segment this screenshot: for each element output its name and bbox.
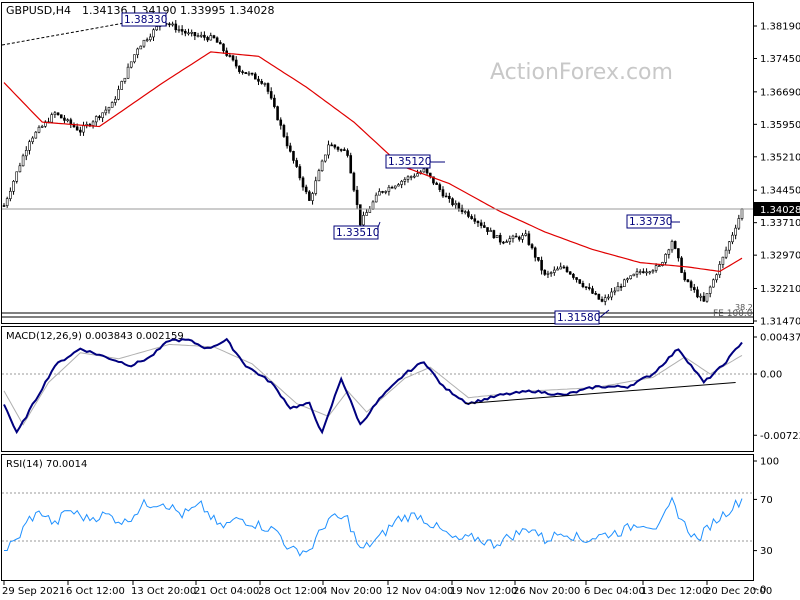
x-tick-label: 26 Nov 20:00	[513, 586, 580, 597]
candle	[680, 256, 683, 274]
price-y-axis: 1.38190 1.37450 1.36690 1.35950 1.35210 1.344…	[753, 22, 800, 328]
x-tick-label: 28 Oct 12:00	[258, 586, 323, 597]
rsi-panel	[1, 454, 754, 581]
macd-tick-label: 0.004371	[760, 333, 800, 344]
x-tick-label: 6 Oct 12:00	[66, 586, 125, 597]
price-tick-label: 1.31470	[760, 317, 800, 328]
candle	[495, 234, 499, 239]
candle	[320, 159, 324, 172]
watermark: ActionForex.com	[490, 60, 673, 85]
candle	[712, 278, 715, 288]
candle	[21, 153, 25, 167]
svg-text:1.38330: 1.38330	[124, 14, 167, 26]
x-tick-label: 13 Oct 20:00	[131, 586, 196, 597]
price-symbol: GBPUSD,H4	[6, 4, 71, 17]
last-price-label: 1.34028	[760, 205, 800, 216]
candle	[110, 101, 114, 108]
price-panel	[1, 2, 754, 324]
candle	[578, 279, 582, 285]
svg-text:1.35120: 1.35120	[388, 156, 431, 168]
level-label-33730: 1.33730	[626, 214, 680, 229]
x-tick-label: 29 Sep 2021	[2, 586, 65, 597]
fib-label-100: FE 100.0	[713, 309, 753, 319]
x-tick-label: 4 Nov 20:00	[321, 586, 382, 597]
candle	[59, 114, 63, 119]
macd-panel	[1, 326, 754, 452]
price-ohlc: 1.34136 1.34190 1.33995 1.34028	[82, 4, 274, 17]
candle	[139, 45, 143, 50]
rsi-label: RSI(14) 70.0014	[6, 459, 87, 470]
candle	[120, 80, 123, 90]
candle	[34, 130, 38, 139]
candle	[358, 204, 362, 229]
price-tick-label: 1.36690	[760, 87, 800, 98]
rsi-tick-label: 70	[760, 495, 773, 506]
x-tick-label: 6 Dec 04:00	[584, 586, 645, 597]
macd-y-axis: 0.004371 0.00 -0.007237	[753, 333, 800, 442]
x-tick-label: 12 Nov 04:00	[386, 586, 453, 597]
rsi-y-axis: 10070300	[753, 457, 779, 596]
rsi-tick-label: 30	[760, 546, 773, 557]
macd-label: MACD(12,26,9) 0.003843 0.002159	[6, 331, 184, 342]
candle	[673, 240, 677, 250]
x-tick-label: 21 Oct 04:00	[194, 586, 259, 597]
candle	[740, 208, 744, 221]
svg-text:1.33730: 1.33730	[629, 216, 672, 228]
price-tick-label: 1.35210	[760, 152, 800, 163]
candle	[298, 164, 302, 181]
candle	[705, 293, 709, 303]
candle	[282, 123, 286, 138]
price-tick-label: 1.37450	[760, 54, 800, 65]
price-tick-label: 1.33710	[760, 218, 800, 229]
candle	[632, 273, 636, 277]
candle	[244, 72, 248, 74]
candle	[629, 275, 632, 280]
price-tick-label: 1.34450	[760, 186, 800, 197]
candle	[492, 229, 496, 240]
candle	[308, 190, 311, 201]
candle	[317, 168, 321, 182]
price-tick-label: 1.38190	[760, 22, 800, 33]
candle	[352, 171, 356, 193]
svg-text:1.31580: 1.31580	[557, 312, 600, 324]
price-tick-label: 1.32210	[760, 284, 800, 295]
x-tick-label: 19 Nov 12:00	[450, 586, 517, 597]
chart: ActionForex.com GBPUSD,H4 1.34136 1.3419…	[1, 2, 800, 597]
price-tick-label: 1.32970	[760, 251, 800, 262]
x-axis: 29 Sep 2021 6 Oct 12:00 13 Oct 20:0021 Oct…	[2, 581, 772, 597]
macd-tick-label: -0.007237	[760, 431, 800, 442]
candle	[349, 152, 353, 174]
macd-tick-label: 0.00	[760, 370, 782, 381]
price-tick-label: 1.35950	[760, 120, 800, 131]
rsi-tick-label: 100	[760, 457, 779, 468]
x-tick-label: 13 Dec 12:00	[641, 586, 708, 597]
x-tick-label: 20 Dec 20:00	[705, 586, 772, 597]
candle	[129, 61, 133, 69]
svg-text:1.33510: 1.33510	[336, 227, 379, 239]
candle	[597, 293, 601, 300]
candle	[276, 105, 279, 121]
candle	[623, 278, 626, 287]
level-label-38330: 1.38330	[121, 12, 167, 27]
candle	[568, 271, 572, 275]
candle	[133, 54, 136, 64]
